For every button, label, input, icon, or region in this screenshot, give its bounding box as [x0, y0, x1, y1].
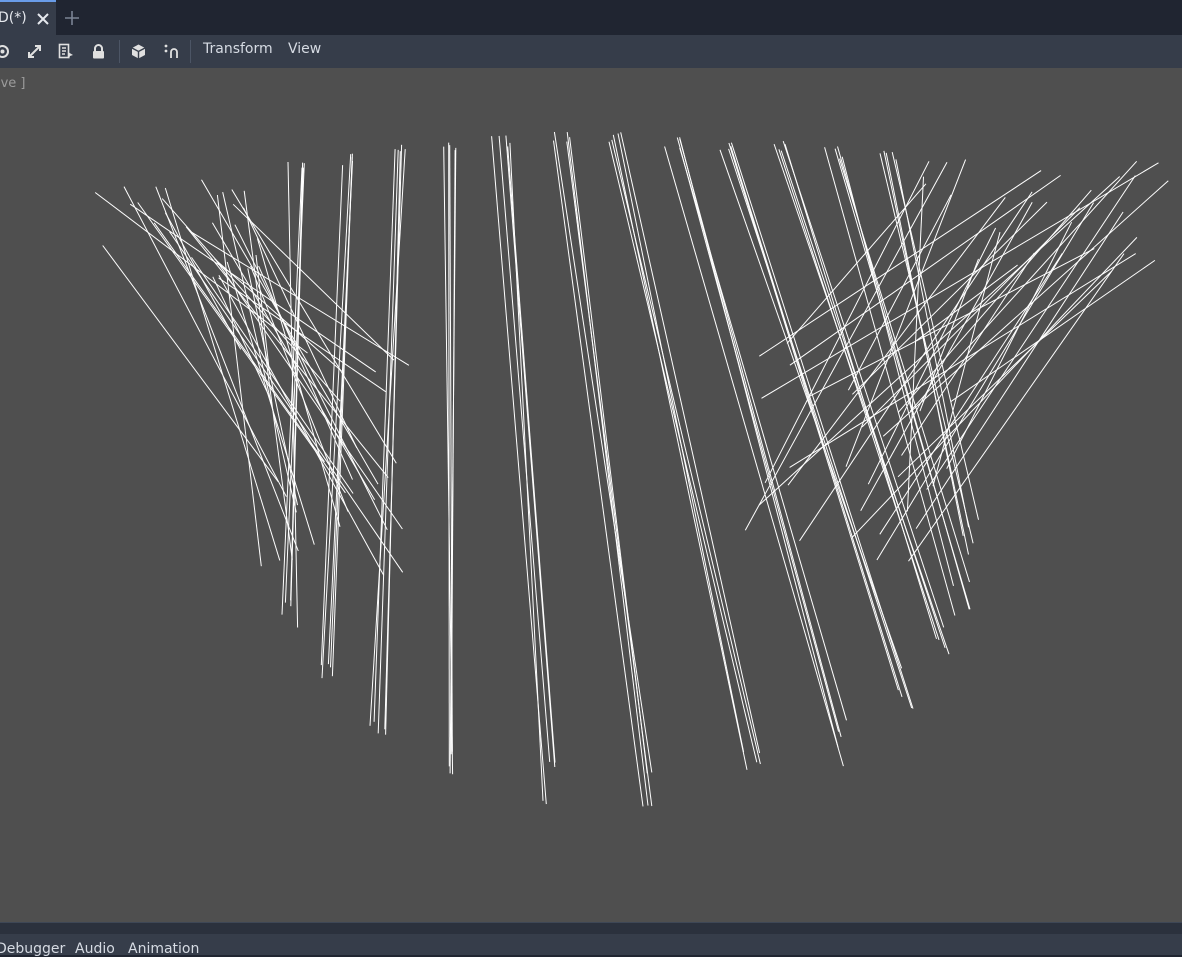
scene-tab-bar: D(*) [0, 0, 1182, 35]
wire-strand [932, 231, 1001, 487]
wire-strand [612, 134, 748, 770]
wire-strand [744, 162, 948, 531]
wire-strand [620, 132, 761, 754]
scale-icon[interactable] [26, 43, 43, 60]
wire-strand [824, 147, 956, 616]
toolbar-separator [190, 40, 191, 63]
wire-strand [155, 186, 299, 552]
wire-strand [448, 142, 450, 767]
wire-strand [191, 257, 354, 494]
wire-strand [679, 138, 842, 738]
wire-strand [885, 152, 964, 536]
pivot-icon[interactable] [163, 43, 180, 60]
wire-strand [553, 140, 644, 807]
wire-strand [373, 149, 396, 722]
wire-strand [909, 160, 1138, 412]
wire-strand [882, 180, 1169, 437]
wire-strand [507, 146, 556, 763]
rotate-icon[interactable] [0, 43, 11, 60]
wire-strand [876, 202, 1095, 561]
wire-strand [617, 133, 745, 753]
wire-strand [185, 226, 389, 478]
bottom-panel-bar: Debugger Audio Animation [0, 934, 1182, 957]
wire-strand [834, 148, 971, 610]
wire-strand [243, 190, 293, 560]
wire-strand [569, 137, 648, 774]
wire-strand [321, 154, 352, 679]
view-menu-button[interactable]: View [286, 41, 323, 57]
wire-strand [94, 192, 308, 354]
wire-strand [505, 135, 556, 768]
wire-strand [897, 271, 1112, 478]
wire-strand [214, 258, 342, 372]
wire-strand [102, 245, 279, 482]
wire-strand [498, 135, 551, 762]
wire-strand [153, 222, 325, 463]
wire-strand [218, 277, 387, 393]
wire-mesh-render [94, 131, 1169, 807]
viewport-toolbar: Transform View [0, 35, 1182, 69]
wire-strand [214, 258, 403, 530]
lock-icon[interactable] [90, 43, 107, 60]
wire-strand [256, 238, 341, 527]
scene-tab[interactable]: D(*) [0, 0, 56, 35]
wire-strand [786, 183, 927, 344]
wire-strand [926, 175, 1136, 490]
wire-strand [231, 189, 397, 464]
mesh-cube-icon[interactable] [130, 43, 147, 60]
list-select-icon[interactable] [58, 43, 75, 60]
wire-strand [566, 132, 649, 806]
wire-strand [137, 202, 346, 494]
close-icon[interactable] [36, 12, 50, 26]
wire-strand [218, 275, 385, 576]
scene-tab-label: D(*) [0, 10, 27, 26]
wire-strand [664, 146, 844, 767]
wire-strand [946, 221, 1073, 469]
toolbar-separator [119, 40, 120, 63]
3d-viewport[interactable]: ive ] [0, 68, 1182, 922]
wire-strand [950, 259, 1156, 403]
wire-strand [730, 142, 914, 709]
plus-icon[interactable] [64, 10, 80, 26]
transform-menu-button[interactable]: Transform [201, 41, 275, 57]
